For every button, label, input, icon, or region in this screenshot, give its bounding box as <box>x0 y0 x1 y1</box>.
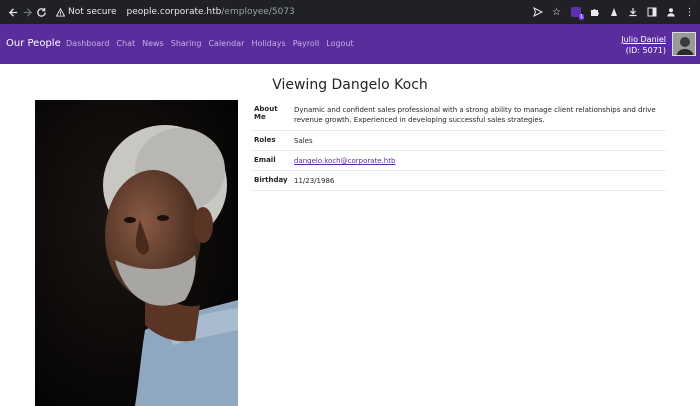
nav-link-calendar[interactable]: Calendar <box>208 39 244 48</box>
about-value: Dynamic and confident sales professional… <box>294 106 656 124</box>
nav-links: Dashboard Chat News Sharing Calendar Hol… <box>66 39 354 48</box>
page-title: Viewing Dangelo Koch <box>272 77 428 93</box>
warning-icon <box>56 7 65 17</box>
email-link[interactable]: dangelo.koch@corporate.htb <box>294 157 395 165</box>
bookmark-star-icon[interactable]: ☆ <box>550 3 563 21</box>
birthday-value: 11/23/1986 <box>294 177 335 185</box>
user-avatar[interactable] <box>672 32 696 56</box>
send-tab-icon[interactable] <box>531 3 544 21</box>
extension-icon[interactable]: 1 <box>569 3 584 21</box>
roles-value: Sales <box>294 137 313 145</box>
about-label: About Me <box>254 105 278 121</box>
employee-photo <box>35 100 238 406</box>
browser-toolbar: Not secure people.corporate.htb/employee… <box>0 0 700 24</box>
extension-bug-icon[interactable] <box>607 3 620 21</box>
security-indicator[interactable]: Not secure <box>56 7 117 17</box>
url-path: /employee/5073 <box>221 7 295 17</box>
details-row-email: Email dangelo.koch@corporate.htb <box>250 151 666 171</box>
nav-link-sharing[interactable]: Sharing <box>171 39 202 48</box>
current-user: Julio Daniel (ID: 5071) <box>621 34 666 56</box>
url-host: people.corporate.htb <box>126 7 222 17</box>
nav-link-logout[interactable]: Logout <box>326 39 353 48</box>
current-user-id: (ID: 5071) <box>625 46 666 55</box>
details-row-about: About Me Dynamic and confident sales pro… <box>250 100 666 131</box>
address-bar[interactable]: Not secure people.corporate.htb/employee… <box>52 2 588 22</box>
menu-kebab-icon[interactable]: ⋮ <box>683 3 696 21</box>
details-row-birthday: Birthday 11/23/1986 <box>250 171 666 191</box>
profile-icon[interactable] <box>664 3 677 21</box>
extension-puzzle-icon[interactable] <box>588 3 601 21</box>
nav-link-payroll[interactable]: Payroll <box>293 39 320 48</box>
extension-badge-count: 1 <box>578 14 584 20</box>
nav-link-dashboard[interactable]: Dashboard <box>66 39 109 48</box>
url-text[interactable]: people.corporate.htb/employee/5073 <box>127 7 295 17</box>
employee-details: About Me Dynamic and confident sales pro… <box>250 100 666 191</box>
brand-logo-text[interactable]: Our People <box>6 38 61 49</box>
details-row-roles: Roles Sales <box>250 131 666 151</box>
download-icon[interactable] <box>626 3 639 21</box>
email-label: Email <box>254 156 276 164</box>
site-navbar: Our People Dashboard Chat News Sharing C… <box>0 24 700 64</box>
reload-icon[interactable] <box>32 3 50 21</box>
nav-link-holidays[interactable]: Holidays <box>251 39 285 48</box>
side-panel-icon[interactable] <box>645 3 658 21</box>
roles-label: Roles <box>254 136 276 144</box>
security-label: Not secure <box>68 7 117 17</box>
nav-link-news[interactable]: News <box>142 39 164 48</box>
nav-link-chat[interactable]: Chat <box>116 39 135 48</box>
birthday-label: Birthday <box>254 176 288 184</box>
current-user-name[interactable]: Julio Daniel <box>621 34 666 45</box>
